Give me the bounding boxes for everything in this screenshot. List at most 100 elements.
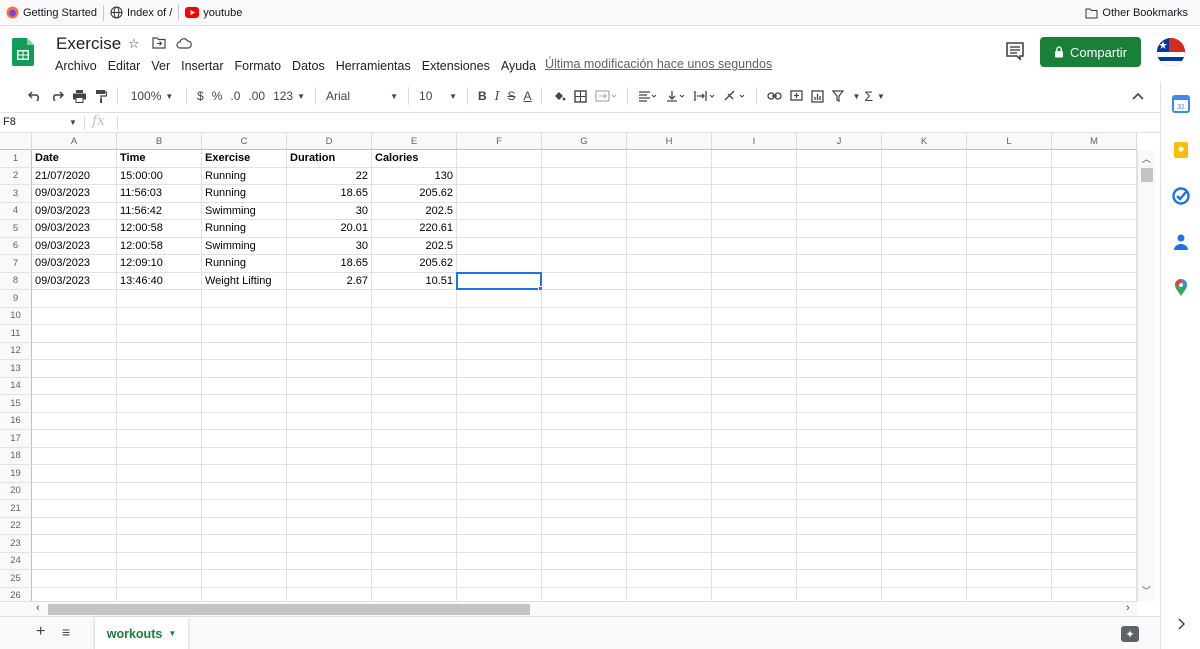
empty-cell[interactable] <box>542 412 627 430</box>
empty-cell[interactable] <box>882 377 967 395</box>
tasks-icon[interactable] <box>1171 186 1191 206</box>
row-header[interactable]: 22 <box>0 517 32 535</box>
empty-cell[interactable] <box>32 500 117 518</box>
empty-cell[interactable] <box>627 150 712 168</box>
empty-cell[interactable] <box>712 377 797 395</box>
bookmark-other[interactable]: Other Bookmarks <box>1079 3 1194 23</box>
empty-cell[interactable] <box>967 185 1052 203</box>
empty-cell[interactable] <box>712 412 797 430</box>
row-header[interactable]: 21 <box>0 500 32 518</box>
table-cell[interactable]: 09/03/2023 <box>32 255 117 273</box>
empty-cell[interactable] <box>1052 482 1137 500</box>
empty-cell[interactable] <box>882 430 967 448</box>
empty-cell[interactable] <box>712 255 797 273</box>
empty-cell[interactable] <box>797 552 882 570</box>
empty-cell[interactable] <box>797 377 882 395</box>
empty-cell[interactable] <box>372 325 457 343</box>
empty-cell[interactable] <box>967 517 1052 535</box>
empty-cell[interactable] <box>1052 517 1137 535</box>
table-cell[interactable]: Running <box>202 220 287 238</box>
empty-cell[interactable] <box>712 465 797 483</box>
empty-cell[interactable] <box>287 500 372 518</box>
empty-cell[interactable] <box>542 150 627 168</box>
table-cell[interactable]: 30 <box>287 237 372 255</box>
empty-cell[interactable] <box>372 290 457 308</box>
menu-editar[interactable]: Editar <box>108 57 146 75</box>
empty-cell[interactable] <box>882 465 967 483</box>
empty-cell[interactable] <box>627 465 712 483</box>
empty-cell[interactable] <box>712 552 797 570</box>
empty-cell[interactable] <box>117 552 202 570</box>
currency-format-button[interactable]: $ <box>193 85 208 107</box>
merge-cells-icon[interactable] <box>591 85 621 107</box>
empty-cell[interactable] <box>627 482 712 500</box>
empty-cell[interactable] <box>202 307 287 325</box>
empty-cell[interactable] <box>202 290 287 308</box>
empty-cell[interactable] <box>457 185 542 203</box>
empty-cell[interactable] <box>32 430 117 448</box>
empty-cell[interactable] <box>967 447 1052 465</box>
empty-cell[interactable] <box>1052 167 1137 185</box>
horizontal-scrollbar[interactable]: ‹ › <box>32 601 1137 616</box>
empty-cell[interactable] <box>967 255 1052 273</box>
empty-cell[interactable] <box>1052 360 1137 378</box>
row-header[interactable]: 24 <box>0 552 32 570</box>
empty-cell[interactable] <box>372 500 457 518</box>
table-cell[interactable]: 15:00:00 <box>117 167 202 185</box>
empty-cell[interactable] <box>542 395 627 413</box>
empty-cell[interactable] <box>1052 342 1137 360</box>
empty-cell[interactable] <box>542 325 627 343</box>
more-formats-button[interactable]: 123 ▼ <box>269 85 309 107</box>
empty-cell[interactable] <box>202 447 287 465</box>
empty-cell[interactable] <box>457 202 542 220</box>
font-select[interactable]: Arial ▼ <box>322 85 402 107</box>
empty-cell[interactable] <box>967 325 1052 343</box>
empty-cell[interactable] <box>202 360 287 378</box>
empty-cell[interactable] <box>372 517 457 535</box>
share-button[interactable]: Compartir <box>1040 37 1141 67</box>
empty-cell[interactable] <box>287 447 372 465</box>
empty-cell[interactable] <box>202 342 287 360</box>
empty-cell[interactable] <box>882 395 967 413</box>
empty-cell[interactable] <box>967 237 1052 255</box>
empty-cell[interactable] <box>32 325 117 343</box>
column-header-f[interactable]: F <box>457 133 542 150</box>
empty-cell[interactable] <box>967 307 1052 325</box>
empty-cell[interactable] <box>117 570 202 588</box>
row-header[interactable]: 9 <box>0 290 32 308</box>
table-cell[interactable]: 2.67 <box>287 272 372 290</box>
empty-cell[interactable] <box>457 395 542 413</box>
empty-cell[interactable] <box>202 535 287 553</box>
row-header[interactable]: 18 <box>0 447 32 465</box>
empty-cell[interactable] <box>117 342 202 360</box>
empty-cell[interactable] <box>967 150 1052 168</box>
empty-cell[interactable] <box>457 430 542 448</box>
empty-cell[interactable] <box>32 517 117 535</box>
row-header[interactable]: 6 <box>0 237 32 255</box>
empty-cell[interactable] <box>1052 237 1137 255</box>
empty-cell[interactable] <box>542 360 627 378</box>
empty-cell[interactable] <box>1052 150 1137 168</box>
empty-cell[interactable] <box>967 430 1052 448</box>
row-header[interactable]: 16 <box>0 412 32 430</box>
table-cell[interactable]: 30 <box>287 202 372 220</box>
empty-cell[interactable] <box>372 570 457 588</box>
empty-cell[interactable] <box>882 412 967 430</box>
empty-cell[interactable] <box>372 395 457 413</box>
empty-cell[interactable] <box>797 290 882 308</box>
fill-handle[interactable] <box>538 286 543 291</box>
empty-cell[interactable] <box>1052 290 1137 308</box>
table-cell[interactable]: 220.61 <box>372 220 457 238</box>
empty-cell[interactable] <box>882 202 967 220</box>
empty-cell[interactable] <box>712 570 797 588</box>
empty-cell[interactable] <box>882 167 967 185</box>
empty-cell[interactable] <box>542 290 627 308</box>
empty-cell[interactable] <box>117 465 202 483</box>
empty-cell[interactable] <box>372 482 457 500</box>
empty-cell[interactable] <box>967 272 1052 290</box>
empty-cell[interactable] <box>882 570 967 588</box>
empty-cell[interactable] <box>32 482 117 500</box>
empty-cell[interactable] <box>372 430 457 448</box>
row-header[interactable]: 8 <box>0 272 32 290</box>
empty-cell[interactable] <box>117 377 202 395</box>
